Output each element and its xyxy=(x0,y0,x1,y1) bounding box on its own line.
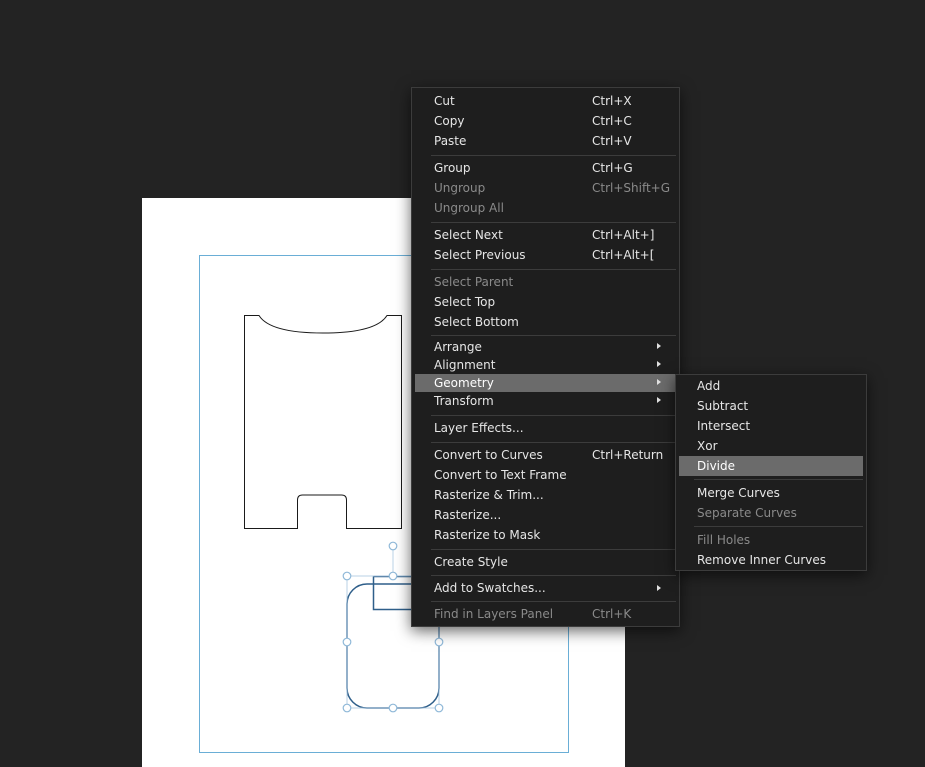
selection-handle[interactable] xyxy=(342,571,352,581)
menu-item-create-style[interactable]: Create Style xyxy=(415,552,676,572)
menu-separator xyxy=(431,415,676,416)
menu-item-paste[interactable]: Paste Ctrl+V xyxy=(415,131,676,151)
menu-item-copy[interactable]: Copy Ctrl+C xyxy=(415,111,676,131)
selection-handle[interactable] xyxy=(434,703,444,713)
submenu-arrow-icon xyxy=(657,379,661,385)
menu-item-transform[interactable]: Transform xyxy=(415,392,676,410)
selection-handle[interactable] xyxy=(342,637,352,647)
menu-item-convert-to-curves[interactable]: Convert to Curves Ctrl+Return xyxy=(415,445,676,465)
geometry-item-intersect[interactable]: Intersect xyxy=(679,416,863,436)
geometry-submenu: Add Subtract Intersect Xor Divide Merge … xyxy=(675,374,867,571)
menu-item-select-next[interactable]: Select Next Ctrl+Alt+] xyxy=(415,225,676,245)
geometry-item-fill-holes: Fill Holes xyxy=(697,533,751,547)
menu-item-select-bottom[interactable]: Select Bottom xyxy=(415,312,676,332)
geometry-item-xor[interactable]: Xor xyxy=(679,436,863,456)
selection-handle[interactable] xyxy=(388,571,398,581)
menu-item-arrange[interactable]: Arrange xyxy=(415,338,676,356)
menu-item-select-parent: Select Parent xyxy=(434,275,514,289)
geometry-item-merge-curves[interactable]: Merge Curves xyxy=(679,483,863,503)
geometry-item-divide[interactable]: Divide xyxy=(679,456,863,476)
menu-separator xyxy=(431,335,676,336)
context-menu: Cut Ctrl+X Copy Ctrl+C Paste Ctrl+V Group Ct… xyxy=(411,87,680,627)
menu-item-select-top[interactable]: Select Top xyxy=(415,292,676,312)
geometry-item-subtract[interactable]: Subtract xyxy=(679,396,863,416)
menu-separator xyxy=(431,575,676,576)
menu-separator xyxy=(431,549,676,550)
menu-item-cut[interactable]: Cut Ctrl+X xyxy=(415,91,676,111)
menu-item-alignment[interactable]: Alignment xyxy=(415,356,676,374)
submenu-arrow-icon xyxy=(657,585,661,591)
menu-separator xyxy=(431,269,676,270)
menu-item-find-in-layers-panel: Find in Layers Panel Ctrl+K xyxy=(434,607,632,621)
menu-item-layer-effects[interactable]: Layer Effects... xyxy=(415,418,676,438)
menu-item-rasterize-to-mask[interactable]: Rasterize to Mask xyxy=(415,525,676,545)
submenu-arrow-icon xyxy=(657,397,661,403)
menu-item-convert-to-text-frame[interactable]: Convert to Text Frame xyxy=(415,465,676,485)
menu-separator xyxy=(431,155,676,156)
selection-handle[interactable] xyxy=(388,703,398,713)
menu-item-geometry[interactable]: Geometry xyxy=(415,374,676,392)
menu-separator xyxy=(694,526,863,527)
submenu-arrow-icon xyxy=(657,343,661,349)
selection-handle[interactable] xyxy=(342,703,352,713)
geometry-item-remove-inner-curves[interactable]: Remove Inner Curves xyxy=(679,550,863,570)
menu-separator xyxy=(694,479,863,480)
geometry-item-add[interactable]: Add xyxy=(679,376,863,396)
menu-separator xyxy=(431,442,676,443)
geometry-item-separate-curves: Separate Curves xyxy=(697,506,797,520)
menu-item-group[interactable]: Group Ctrl+G xyxy=(415,158,676,178)
submenu-arrow-icon xyxy=(657,361,661,367)
menu-separator xyxy=(431,601,676,602)
menu-item-rasterize[interactable]: Rasterize... xyxy=(415,505,676,525)
menu-separator xyxy=(431,222,676,223)
menu-item-ungroup-all: Ungroup All xyxy=(434,201,504,215)
menu-item-ungroup: Ungroup Ctrl+Shift+G xyxy=(434,181,671,195)
menu-item-rasterize-trim[interactable]: Rasterize & Trim... xyxy=(415,485,676,505)
menu-item-select-previous[interactable]: Select Previous Ctrl+Alt+[ xyxy=(415,245,676,265)
rotation-handle[interactable] xyxy=(388,541,398,551)
menu-item-add-to-swatches[interactable]: Add to Swatches... xyxy=(415,578,676,598)
selection-handle[interactable] xyxy=(434,637,444,647)
